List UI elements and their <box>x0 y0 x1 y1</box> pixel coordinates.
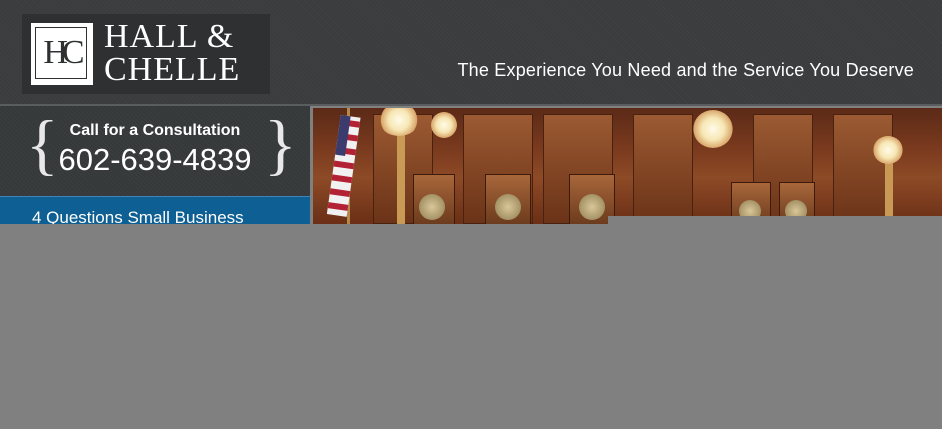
logo-line-1: HALL & <box>104 18 235 55</box>
consultation-phone-link[interactable]: 602-639-4839 <box>0 142 310 178</box>
wall-sconce-icon <box>431 112 457 138</box>
hero-courtroom-image <box>313 108 942 224</box>
wood-panel <box>833 114 893 224</box>
logo-wordmark: HALL & CHELLE <box>104 18 241 88</box>
site-tagline: The Experience You Need and the Service … <box>457 60 914 80</box>
consultation-box: { } Call for a Consultation 602-639-4839 <box>0 106 310 196</box>
unloaded-content-area <box>608 216 942 429</box>
site-logo[interactable]: HC HALL & CHELLE <box>22 14 270 94</box>
seal-icon <box>495 194 521 220</box>
seal-icon <box>579 194 605 220</box>
wall-sconce-icon <box>693 110 733 148</box>
consultation-label: Call for a Consultation <box>69 122 241 139</box>
seal-icon <box>419 194 445 220</box>
lamp-globe-icon <box>873 136 903 164</box>
logo-line-2: CHELLE <box>104 51 241 88</box>
american-flag-icon <box>327 108 361 224</box>
logo-monogram-mark: HC <box>31 23 93 85</box>
logo-monogram: HC <box>35 27 87 79</box>
lamp-post <box>397 126 405 224</box>
wood-panel <box>633 114 693 224</box>
sidebar-link-4-questions[interactable]: 4 Questions Small Business <box>0 196 310 224</box>
sidebar-link-label: 4 Questions Small Business <box>32 208 244 224</box>
